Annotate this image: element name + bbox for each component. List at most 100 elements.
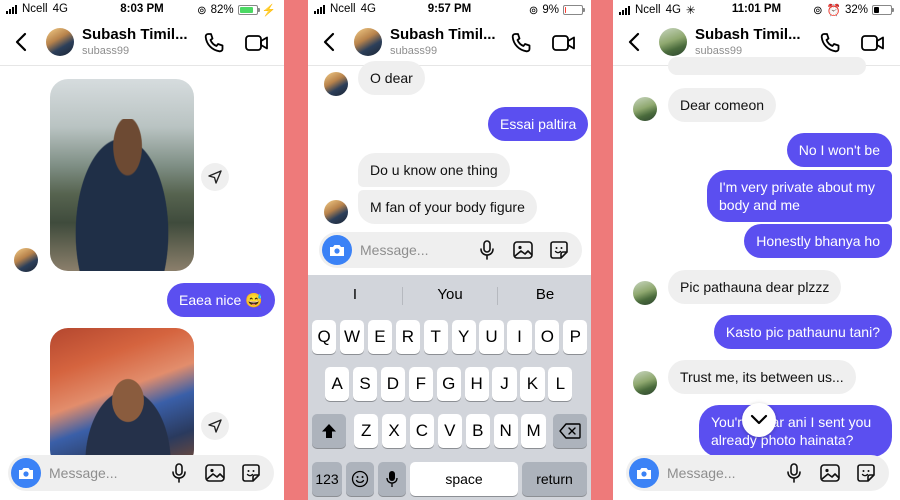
key[interactable]: Q bbox=[312, 320, 337, 354]
key[interactable]: E bbox=[367, 320, 393, 354]
contact-username: subass99 bbox=[390, 45, 438, 57]
key[interactable]: P bbox=[563, 320, 588, 354]
camera-icon bbox=[637, 468, 651, 479]
phone-icon[interactable] bbox=[202, 31, 226, 55]
message-list[interactable]: Eaea nice 😅 bbox=[0, 67, 284, 500]
avatar[interactable] bbox=[659, 28, 687, 56]
key[interactable]: I bbox=[507, 320, 532, 354]
numbers-key[interactable]: 123 bbox=[312, 462, 342, 496]
message-bubble-incoming[interactable]: Trust me, its between us... bbox=[668, 360, 856, 394]
key[interactable]: U bbox=[479, 320, 504, 354]
message-bubble-incoming[interactable]: O dear bbox=[358, 61, 425, 95]
key[interactable]: O bbox=[535, 320, 560, 354]
shift-key[interactable] bbox=[312, 414, 346, 448]
avatar[interactable] bbox=[354, 28, 382, 56]
key[interactable]: D bbox=[380, 367, 406, 401]
gallery-icon[interactable] bbox=[204, 462, 226, 484]
message-bubble-outgoing[interactable]: Essai paltira bbox=[488, 107, 589, 141]
camera-button[interactable] bbox=[629, 458, 659, 488]
camera-button[interactable] bbox=[11, 458, 41, 488]
message-bubble-incoming[interactable]: Do u know one thing bbox=[358, 153, 510, 187]
message-bubble-outgoing[interactable]: Eaea nice 😅 bbox=[167, 283, 275, 317]
message-composer[interactable]: Message... bbox=[626, 455, 889, 491]
message-input[interactable]: Message... bbox=[667, 465, 735, 481]
key[interactable]: B bbox=[465, 414, 490, 448]
message-bubble-incoming[interactable] bbox=[668, 57, 866, 75]
message-input[interactable]: Message... bbox=[360, 242, 428, 258]
phone-icon[interactable] bbox=[818, 31, 842, 55]
share-button[interactable] bbox=[201, 163, 229, 191]
video-call-icon[interactable] bbox=[244, 31, 270, 55]
key[interactable]: L bbox=[548, 367, 573, 401]
key[interactable]: C bbox=[409, 414, 435, 448]
message-bubble-outgoing[interactable]: You're clear ani I sent you already phot… bbox=[699, 405, 892, 457]
message-bubble-incoming[interactable]: M fan of your body figure bbox=[358, 190, 537, 224]
photo-message[interactable] bbox=[50, 328, 194, 468]
message-input[interactable]: Message... bbox=[49, 465, 117, 481]
key[interactable]: Y bbox=[451, 320, 476, 354]
key[interactable]: R bbox=[395, 320, 420, 354]
suggestion[interactable]: I bbox=[308, 286, 402, 303]
key[interactable]: G bbox=[436, 367, 461, 401]
suggestion[interactable]: Be bbox=[498, 286, 591, 303]
key[interactable]: Z bbox=[354, 414, 379, 448]
space-key[interactable]: space bbox=[410, 462, 518, 496]
key[interactable]: T bbox=[423, 320, 448, 354]
key[interactable]: S bbox=[352, 367, 378, 401]
video-call-icon[interactable] bbox=[860, 31, 886, 55]
message-bubble-outgoing[interactable]: Honestly bhanya ho bbox=[744, 224, 892, 258]
message-bubble-outgoing[interactable]: Kasto pic pathaunu tani? bbox=[713, 315, 892, 349]
sender-avatar bbox=[633, 281, 657, 305]
key[interactable]: V bbox=[437, 414, 462, 448]
message-bubble-outgoing[interactable]: I'm very private about my body and me bbox=[707, 170, 892, 222]
gallery-icon[interactable] bbox=[819, 462, 841, 484]
phone-icon[interactable] bbox=[509, 31, 533, 55]
video-call-icon[interactable] bbox=[551, 31, 577, 55]
key[interactable]: J bbox=[492, 367, 517, 401]
contact-name[interactable]: Subash Timil... bbox=[695, 26, 801, 43]
camera-button[interactable] bbox=[322, 235, 352, 265]
key[interactable]: X bbox=[381, 414, 407, 448]
message-bubble-incoming[interactable]: Dear comeon bbox=[668, 88, 777, 122]
key[interactable]: H bbox=[464, 367, 489, 401]
contact-name[interactable]: Subash Timil... bbox=[390, 26, 496, 43]
contact-name[interactable]: Subash Timil... bbox=[82, 26, 188, 43]
microphone-icon[interactable] bbox=[168, 462, 190, 484]
photo-message[interactable] bbox=[50, 79, 194, 271]
sticker-icon[interactable] bbox=[855, 462, 877, 484]
battery-icon bbox=[237, 5, 260, 15]
back-arrow-icon[interactable] bbox=[625, 31, 643, 53]
contact-username: subass99 bbox=[695, 45, 743, 57]
scroll-to-bottom-button[interactable] bbox=[742, 403, 776, 437]
microphone-icon[interactable] bbox=[783, 462, 805, 484]
gallery-icon[interactable] bbox=[512, 239, 534, 261]
share-button[interactable] bbox=[201, 412, 229, 440]
key[interactable]: W bbox=[339, 320, 365, 354]
message-composer[interactable]: Message... bbox=[319, 232, 582, 268]
dictation-key[interactable] bbox=[378, 462, 406, 496]
return-key[interactable]: return bbox=[522, 462, 587, 496]
orientation-lock-icon: ⊚ bbox=[813, 5, 823, 17]
key[interactable]: F bbox=[408, 367, 433, 401]
key[interactable]: A bbox=[325, 367, 350, 401]
sticker-icon[interactable] bbox=[240, 462, 262, 484]
back-arrow-icon[interactable] bbox=[320, 31, 338, 53]
orientation-lock-icon: ⊚ bbox=[528, 5, 539, 17]
back-arrow-icon[interactable] bbox=[12, 31, 30, 53]
message-list[interactable]: Dear comeon No I won't be I'm very priva… bbox=[613, 57, 900, 500]
sticker-icon[interactable] bbox=[548, 239, 570, 261]
key[interactable]: K bbox=[520, 367, 545, 401]
message-bubble-outgoing[interactable]: No I won't be bbox=[786, 133, 892, 167]
alarm-icon: ⏰ bbox=[826, 5, 841, 17]
backspace-key[interactable] bbox=[553, 414, 587, 448]
camera-icon bbox=[19, 468, 33, 479]
message-bubble-incoming[interactable]: Pic pathauna dear plzzz bbox=[668, 270, 842, 304]
emoji-key[interactable] bbox=[346, 462, 374, 496]
microphone-icon[interactable] bbox=[476, 239, 498, 261]
key[interactable]: M bbox=[521, 414, 546, 448]
key[interactable]: N bbox=[493, 414, 518, 448]
message-composer[interactable]: Message... bbox=[8, 455, 274, 491]
battery-icon bbox=[563, 5, 585, 15]
suggestion[interactable]: You bbox=[403, 286, 497, 303]
avatar[interactable] bbox=[46, 28, 74, 56]
